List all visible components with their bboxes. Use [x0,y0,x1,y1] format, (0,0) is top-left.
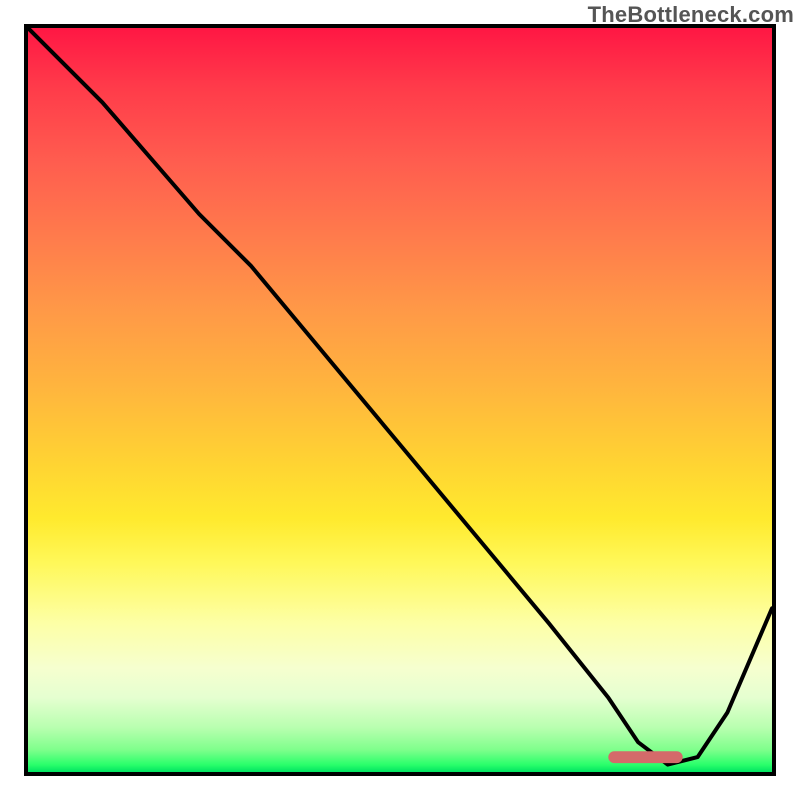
watermark-text: TheBottleneck.com [588,2,794,28]
curve-layer [28,28,772,772]
optimal-range-marker [608,751,682,763]
bottleneck-chart: TheBottleneck.com [0,0,800,800]
bottleneck-curve-line [28,28,772,765]
